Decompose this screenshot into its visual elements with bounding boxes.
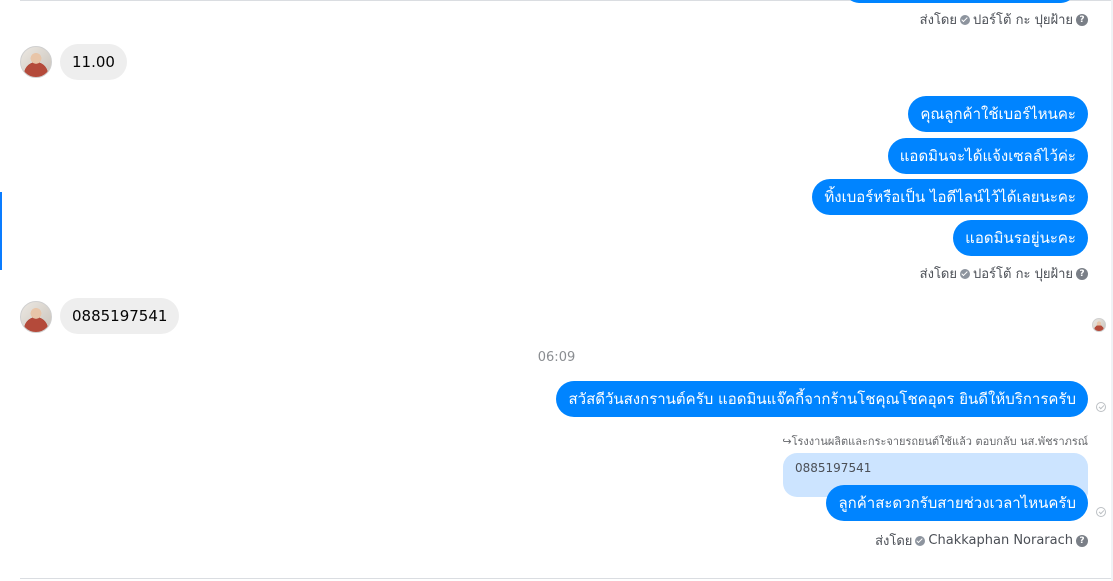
help-icon[interactable]: ? [1076, 267, 1088, 280]
delivered-check-icon [1096, 402, 1106, 412]
incoming-message[interactable]: 11.00 [60, 44, 127, 80]
contact-avatar[interactable] [20, 301, 52, 333]
reply-note-text: โรงงานผลิตและกระจายรถยนต์ใช้แล้ว ตอบกลับ… [791, 435, 1088, 448]
left-accent-bar [0, 192, 2, 270]
help-icon[interactable]: ? [1076, 13, 1088, 26]
outgoing-message[interactable]: สวัสดีวันสงกรานต์ครับ แอดมินแจ๊คกี้จากร้… [556, 381, 1088, 417]
sent-by-label: ส่งโดย [919, 267, 957, 282]
bottom-divider [20, 578, 1111, 579]
outgoing-message[interactable]: ทิ้งเบอร์หรือเป็น ไอดีไลน์ไว้ได้เลยนะคะ [812, 179, 1088, 215]
seen-avatar-icon [1092, 318, 1106, 332]
outgoing-message[interactable]: แอดมินรอยู่นะคะ [953, 220, 1088, 256]
reply-note: ↪โรงงานผลิตและกระจายรถยนต์ใช้แล้ว ตอบกลั… [782, 432, 1088, 450]
outgoing-message[interactable]: แอดมินจะได้แจ้งเซลล์ไว้ค่ะ [887, 138, 1088, 174]
incoming-message[interactable]: 0885197541 [60, 298, 180, 334]
reply-message[interactable]: ลูกค้าสะดวกรับสายช่วงเวลาไหนครับ [826, 485, 1088, 521]
message-timestamp: 06:09 [537, 350, 576, 365]
verified-check-icon [960, 14, 970, 25]
reply-arrow-icon: ↪ [782, 435, 792, 448]
contact-avatar[interactable] [20, 46, 52, 78]
verified-check-icon [960, 268, 970, 279]
sender-name[interactable]: Chakkaphan Norarach [928, 533, 1073, 548]
delivered-check-icon [1096, 507, 1106, 517]
quoted-text: 0885197541 [795, 461, 872, 475]
sender-name[interactable]: ปอร์โต้ กะ ปุยฝ้าย [973, 9, 1073, 30]
sent-by-label: ส่งโดย [919, 13, 957, 28]
message-bubble-partial[interactable] [845, 0, 1075, 3]
sent-by-line: ส่งโดย ปอร์โต้ กะ ปุยฝ้าย ? [920, 9, 1088, 30]
verified-check-icon [915, 535, 926, 546]
sent-by-line: ส่งโดย Chakkaphan Norarach ? [875, 530, 1088, 551]
help-icon[interactable]: ? [1076, 534, 1088, 547]
outgoing-message[interactable]: คุณลูกค้าใช้เบอร์ไหนคะ [908, 96, 1088, 132]
sent-by-line: ส่งโดย ปอร์โต้ กะ ปุยฝ้าย ? [920, 263, 1088, 284]
sender-name[interactable]: ปอร์โต้ กะ ปุยฝ้าย [973, 263, 1073, 284]
sent-by-label: ส่งโดย [875, 534, 913, 549]
